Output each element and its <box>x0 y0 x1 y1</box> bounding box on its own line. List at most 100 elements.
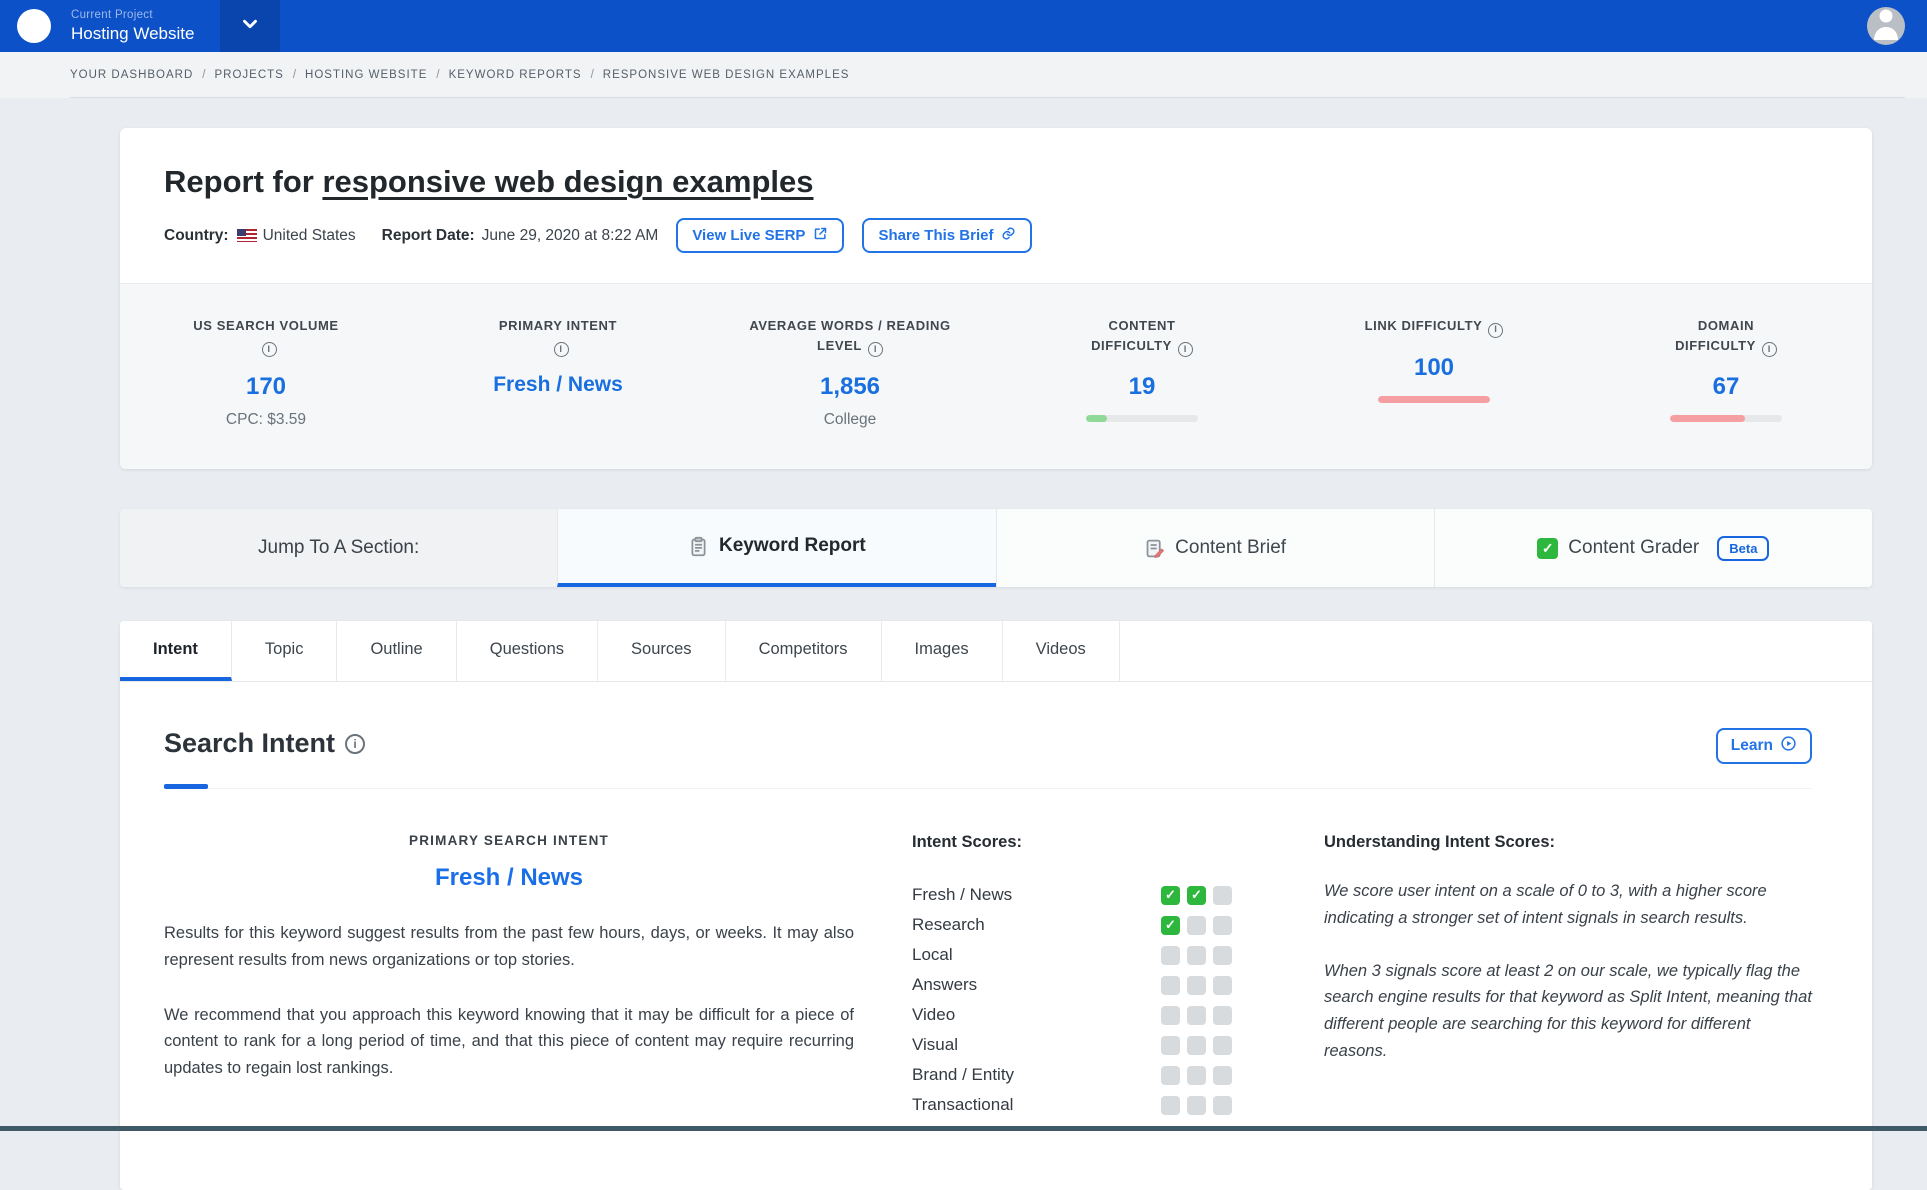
stat-domain-difficulty: Domain Difficultyi 67 <box>1580 316 1872 429</box>
stat-value: 19 <box>996 373 1288 401</box>
tab-topic[interactable]: Topic <box>232 621 338 681</box>
info-icon[interactable]: i <box>868 342 883 357</box>
score-label: Video <box>912 1005 955 1025</box>
info-icon[interactable]: i <box>1178 342 1193 357</box>
breadcrumb-item-projects[interactable]: PROJECTS <box>214 69 283 81</box>
beta-badge: Beta <box>1717 536 1769 561</box>
stat-label: Content Difficultyi <box>1072 316 1212 357</box>
score-label: Fresh / News <box>912 885 1012 905</box>
score-boxes <box>1161 976 1232 995</box>
score-boxes <box>1161 1006 1232 1025</box>
breadcrumb-item-keyword-reports[interactable]: KEYWORD REPORTS <box>449 69 582 81</box>
score-empty-box <box>1213 1096 1232 1115</box>
intent-description-paragraph-1: Results for this keyword suggest results… <box>164 920 854 973</box>
project-dropdown-button[interactable] <box>220 0 280 52</box>
tab-intent[interactable]: Intent <box>120 621 232 681</box>
breadcrumb-item-dashboard[interactable]: YOUR DASHBOARD <box>70 69 193 81</box>
score-empty-box <box>1187 976 1206 995</box>
score-empty-box <box>1213 946 1232 965</box>
memo-pencil-icon <box>1144 538 1165 559</box>
current-project-label: Current Project <box>71 8 194 22</box>
score-boxes <box>1161 1066 1232 1085</box>
stat-us-search-volume: US Search Volumei 170 CPC: $3.59 <box>120 316 412 429</box>
score-label: Visual <box>912 1035 958 1055</box>
stat-label-text: Primary Intent <box>499 318 617 333</box>
search-intent-section: Search Intent i Learn Primary Search Int… <box>120 682 1872 1190</box>
learn-label: Learn <box>1731 737 1773 755</box>
view-live-serp-button[interactable]: View Live SERP <box>676 218 844 253</box>
report-date-label: Report Date: <box>382 227 475 245</box>
view-serp-label: View Live SERP <box>692 227 805 244</box>
tab-competitors[interactable]: Competitors <box>726 621 882 681</box>
tab-questions[interactable]: Questions <box>457 621 598 681</box>
chevron-down-icon <box>239 13 261 40</box>
tab-sources[interactable]: Sources <box>598 621 726 681</box>
tab-outline[interactable]: Outline <box>337 621 456 681</box>
score-empty-box <box>1161 976 1180 995</box>
user-avatar[interactable] <box>1867 7 1905 45</box>
score-row-answers: Answers <box>912 970 1232 1000</box>
info-icon[interactable]: i <box>262 342 277 357</box>
accent-bar <box>164 784 208 789</box>
report-summary-card: Report for responsive web design example… <box>120 128 1872 469</box>
progress-fill <box>1670 415 1745 422</box>
info-icon[interactable]: i <box>345 734 365 754</box>
score-filled-box <box>1161 916 1180 935</box>
tab-videos[interactable]: Videos <box>1003 621 1120 681</box>
breadcrumb-separator: / <box>436 69 439 81</box>
stat-label: Link Difficultyi <box>1364 316 1504 338</box>
current-project-block[interactable]: Current Project Hosting Website <box>71 8 194 44</box>
learn-button[interactable]: Learn <box>1716 728 1812 764</box>
breadcrumb-bar: YOUR DASHBOARD / PROJECTS / HOSTING WEBS… <box>0 52 1927 98</box>
info-icon[interactable]: i <box>554 342 569 357</box>
breadcrumb-item-hosting-website[interactable]: HOSTING WEBSITE <box>305 69 427 81</box>
score-empty-box <box>1161 1066 1180 1085</box>
tab-images[interactable]: Images <box>882 621 1003 681</box>
intent-columns: Primary Search Intent Fresh / News Resul… <box>164 833 1812 1120</box>
section-tab-content-grader[interactable]: ✓ Content Grader Beta <box>1434 509 1872 587</box>
score-empty-box <box>1187 1036 1206 1055</box>
score-row-brand-entity: Brand / Entity <box>912 1060 1232 1090</box>
stat-value[interactable]: Fresh / News <box>412 373 704 397</box>
intent-scores-column: Intent Scores: Fresh / News Research Loc… <box>912 833 1232 1120</box>
difficulty-progress-bar <box>1378 396 1490 403</box>
primary-search-intent-label: Primary Search Intent <box>164 833 854 848</box>
section-tab-keyword-report[interactable]: Keyword Report <box>557 509 995 587</box>
primary-intent-column: Primary Search Intent Fresh / News Resul… <box>164 833 854 1120</box>
intent-description-paragraph-2: We recommend that you approach this keyw… <box>164 1002 854 1082</box>
understanding-scores-title: Understanding Intent Scores: <box>1324 833 1812 852</box>
stat-label-text: Domain Difficulty <box>1675 318 1756 353</box>
section-tab-content-brief[interactable]: Content Brief <box>996 509 1434 587</box>
breadcrumb-separator: / <box>202 69 205 81</box>
score-row-research: Research <box>912 910 1232 940</box>
score-label: Research <box>912 915 985 935</box>
stat-label: Domain Difficulty i <box>1656 316 1796 357</box>
breadcrumb-separator: / <box>293 69 296 81</box>
page-title: Report for responsive web design example… <box>164 164 1828 200</box>
score-boxes <box>1161 946 1232 965</box>
play-circle-icon <box>1780 735 1797 757</box>
stat-value: 170 <box>120 373 412 401</box>
difficulty-progress-bar <box>1086 415 1198 422</box>
info-icon[interactable]: i <box>1762 342 1777 357</box>
info-icon[interactable]: i <box>1488 323 1503 338</box>
stat-reading-level: College <box>704 411 996 429</box>
share-this-brief-button[interactable]: Share This Brief <box>862 218 1032 253</box>
section-header: Search Intent i Learn <box>164 728 1812 764</box>
section-title: Search Intent i <box>164 728 365 759</box>
us-flag-icon <box>237 229 257 242</box>
current-project-name: Hosting Website <box>71 23 194 44</box>
stat-label: Primary Intent i <box>498 316 618 357</box>
report-title-keyword: responsive web design examples <box>322 164 813 199</box>
clipboard-icon <box>688 536 709 557</box>
score-boxes <box>1161 886 1232 905</box>
score-boxes <box>1161 1096 1232 1115</box>
keyword-report-card: Intent Topic Outline Questions Sources C… <box>120 621 1872 1190</box>
score-boxes <box>1161 1036 1232 1055</box>
score-empty-box <box>1161 1096 1180 1115</box>
stat-content-difficulty: Content Difficultyi 19 <box>996 316 1288 429</box>
score-empty-box <box>1187 1066 1206 1085</box>
score-empty-box <box>1187 946 1206 965</box>
app-logo[interactable] <box>17 9 51 43</box>
section-tab-label: Content Brief <box>1175 537 1286 559</box>
